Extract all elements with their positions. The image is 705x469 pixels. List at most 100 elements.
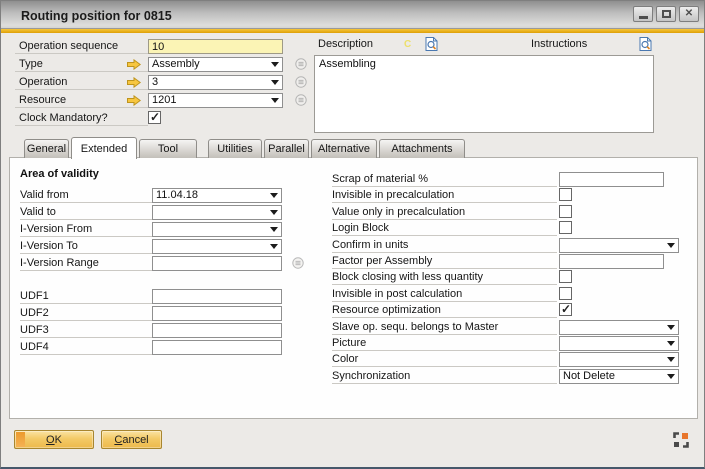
udf1-label: UDF1 — [20, 288, 152, 304]
valid-from-value: 11.04.18 — [156, 189, 198, 201]
clock-mandatory-checkbox[interactable] — [148, 111, 161, 124]
section-title: Area of validity — [20, 168, 99, 180]
tab-attachments[interactable]: Attachments — [379, 139, 465, 158]
instructions-preview-icon[interactable] — [639, 37, 652, 51]
validity-group: Valid from 11.04.18 Valid to I-Version F… — [20, 187, 320, 272]
synchronization-label: Synchronization — [332, 368, 557, 384]
value-only-precalc-label: Value only in precalculation — [332, 204, 557, 220]
tab-extended[interactable]: Extended — [71, 137, 137, 159]
extended-tab-panel: Area of validity Valid from 11.04.18 Val… — [9, 157, 698, 419]
maximize-button[interactable] — [656, 6, 676, 22]
field-row-operation: Operation 3 — [15, 74, 315, 92]
factor-assembly-input[interactable] — [559, 254, 664, 269]
description-preview-icon[interactable] — [425, 37, 438, 51]
resource-optimization-checkbox[interactable] — [559, 303, 572, 316]
field-row-factor-assembly: Factor per Assembly — [332, 253, 692, 269]
udf4-input[interactable] — [152, 340, 282, 355]
factor-assembly-label: Factor per Assembly — [332, 253, 557, 269]
instructions-label: Instructions — [531, 38, 587, 50]
minimize-icon — [639, 16, 648, 19]
confirm-units-select[interactable] — [559, 238, 679, 253]
field-row-resource-optimization: Resource optimization — [332, 302, 692, 318]
resource-select-value: 1201 — [152, 94, 176, 106]
detail-list-icon[interactable] — [295, 58, 307, 70]
accent-stripe — [1, 29, 704, 33]
minimize-button[interactable] — [633, 6, 653, 22]
field-row-resource: Resource C 1201 — [15, 92, 315, 110]
close-button[interactable]: ✕ — [679, 6, 699, 22]
tab-bar: General Extended Tool Utilities Parallel… — [24, 137, 467, 158]
tab-utilities[interactable]: Utilities — [208, 139, 262, 158]
link-arrow-icon[interactable] — [127, 95, 141, 106]
link-arrow-icon[interactable] — [127, 59, 141, 70]
block-closing-label: Block closing with less quantity — [332, 269, 557, 285]
tab-parallel[interactable]: Parallel — [264, 139, 309, 158]
field-row-udf3: UDF3 — [20, 322, 320, 339]
field-row-valid-from: Valid from 11.04.18 — [20, 187, 320, 204]
description-textarea[interactable]: Assembling — [314, 55, 654, 133]
field-row-valid-to: Valid to — [20, 204, 320, 221]
titlebar[interactable]: Routing position for 0815 ✕ — [1, 1, 704, 29]
type-select[interactable]: Assembly — [148, 57, 283, 72]
operation-select[interactable]: 3 — [148, 75, 283, 90]
operation-sequence-input[interactable] — [148, 39, 283, 54]
scrap-input[interactable] — [559, 172, 664, 187]
field-row-iversion-to: I-Version To — [20, 238, 320, 255]
valid-to-label: Valid to — [20, 204, 152, 220]
detail-list-icon[interactable] — [295, 76, 307, 88]
maximize-icon — [662, 10, 671, 18]
description-header-row: Description C Instructions — [314, 38, 654, 54]
iversion-range-input[interactable] — [152, 256, 282, 271]
chevron-down-icon — [667, 341, 675, 346]
chevron-down-icon — [667, 374, 675, 379]
udf3-input[interactable] — [152, 323, 282, 338]
block-closing-checkbox[interactable] — [559, 270, 572, 283]
valid-to-select[interactable] — [152, 205, 282, 220]
link-arrow-icon[interactable] — [127, 77, 141, 88]
detail-list-icon[interactable] — [292, 257, 304, 269]
field-row-udf1: UDF1 — [20, 288, 320, 305]
window-controls: ✕ — [633, 6, 699, 22]
clock-mandatory-label: Clock Mandatory? — [15, 110, 148, 126]
udf1-input[interactable] — [152, 289, 282, 304]
iversion-from-select[interactable] — [152, 222, 282, 237]
detail-list-icon[interactable] — [295, 94, 307, 106]
close-icon: ✕ — [685, 9, 693, 19]
iversion-range-label: I-Version Range — [20, 255, 152, 271]
picture-select[interactable] — [559, 336, 679, 351]
type-select-value: Assembly — [152, 58, 200, 70]
expand-form-icon[interactable] — [673, 432, 689, 448]
resource-optimization-label: Resource optimization — [332, 302, 557, 318]
slave-master-select[interactable] — [559, 320, 679, 335]
ok-button[interactable]: OK — [14, 430, 94, 449]
cancel-button[interactable]: Cancel — [101, 430, 162, 449]
dialog-window: Routing position for 0815 ✕ Operation se… — [0, 0, 705, 469]
tab-general[interactable]: General — [24, 139, 69, 158]
color-select[interactable] — [559, 352, 679, 367]
iversion-to-label: I-Version To — [20, 238, 152, 254]
resource-select[interactable]: 1201 — [148, 93, 283, 108]
invisible-postcalc-checkbox[interactable] — [559, 287, 572, 300]
udf2-input[interactable] — [152, 306, 282, 321]
chevron-down-icon — [667, 325, 675, 330]
invisible-precalc-checkbox[interactable] — [559, 188, 572, 201]
invisible-precalc-label: Invisible in precalculation — [332, 187, 557, 203]
chevron-down-icon — [270, 227, 278, 232]
chevron-down-icon — [271, 98, 279, 103]
udf4-label: UDF4 — [20, 339, 152, 355]
login-block-checkbox[interactable] — [559, 221, 572, 234]
color-label: Color — [332, 351, 557, 367]
field-row-login-block: Login Block — [332, 220, 692, 236]
field-row-scrap: Scrap of material % — [332, 171, 692, 187]
tab-alternative[interactable]: Alternative — [311, 139, 377, 158]
tab-tool[interactable]: Tool — [139, 139, 197, 158]
value-only-precalc-checkbox[interactable] — [559, 205, 572, 218]
field-row-picture: Picture — [332, 335, 692, 351]
field-row-iversion-from: I-Version From — [20, 221, 320, 238]
login-block-label: Login Block — [332, 220, 557, 236]
field-row-color: Color — [332, 351, 692, 367]
valid-from-select[interactable]: 11.04.18 — [152, 188, 282, 203]
synchronization-select[interactable]: Not Delete — [559, 369, 679, 384]
field-row-udf2: UDF2 — [20, 305, 320, 322]
iversion-to-select[interactable] — [152, 239, 282, 254]
